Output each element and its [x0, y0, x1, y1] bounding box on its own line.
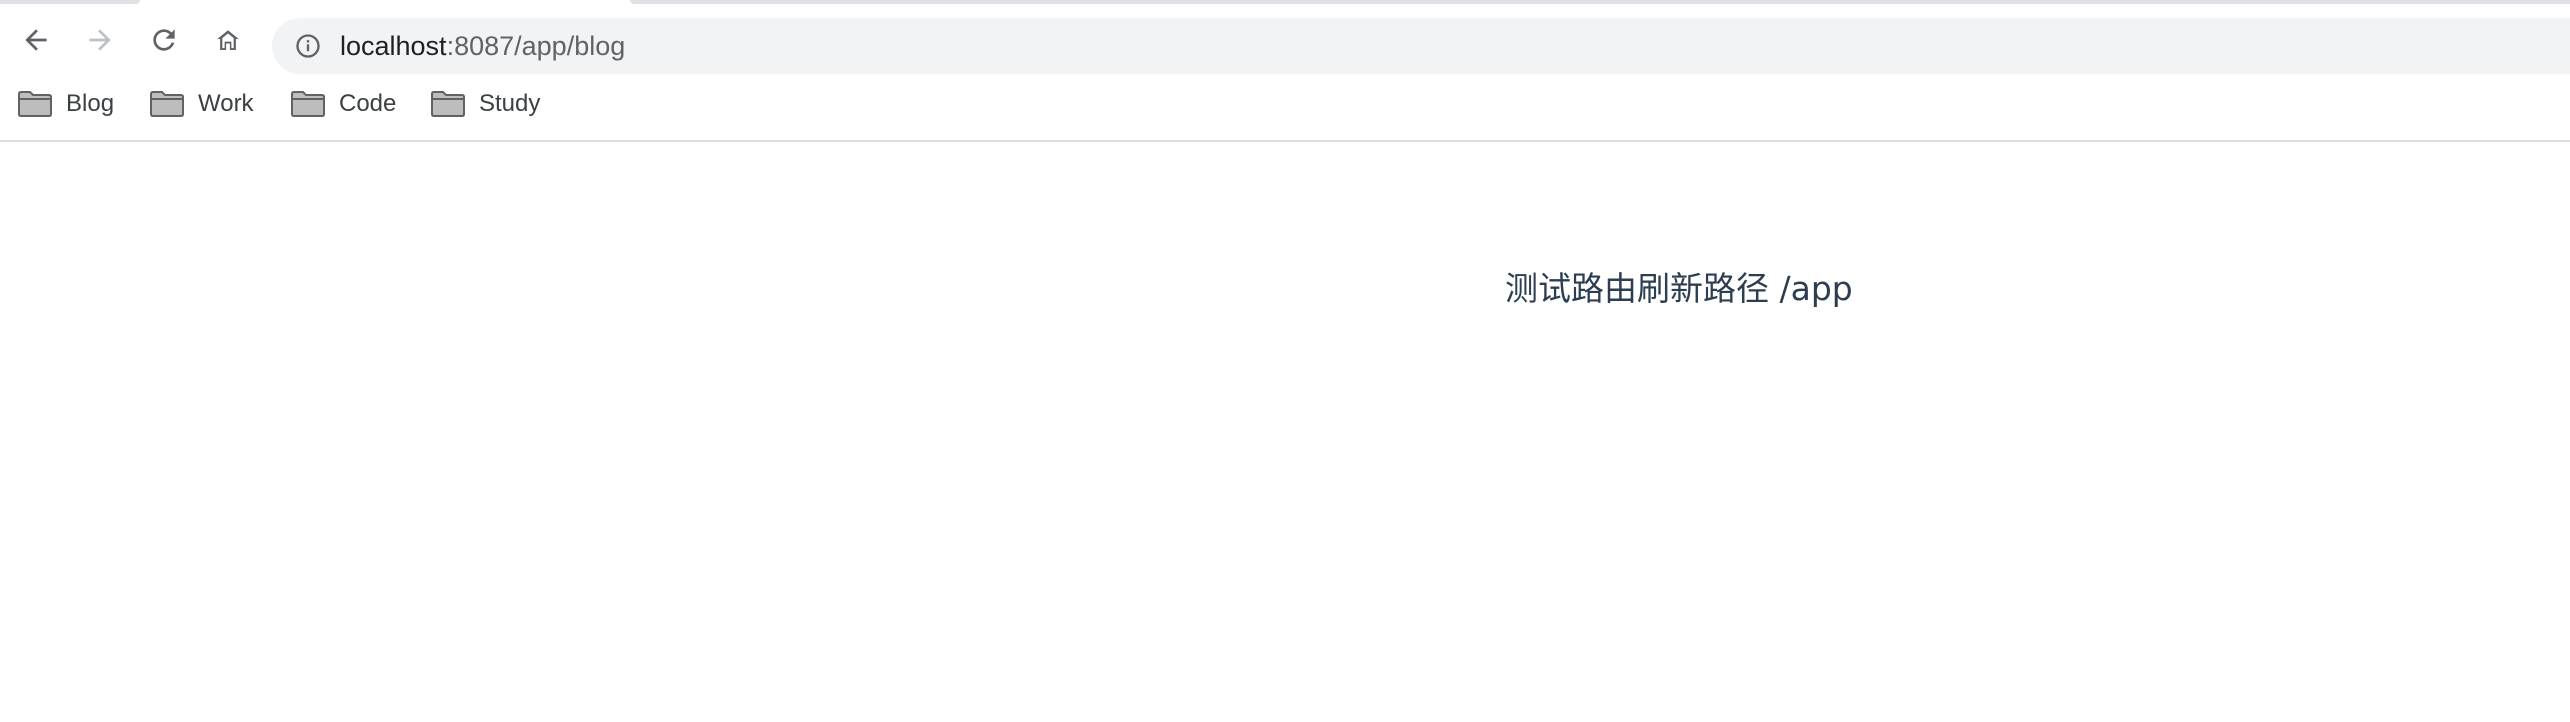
browser-window: localhost:8087/app/blog Blog Work Code S… [0, 0, 2570, 722]
folder-icon [150, 91, 184, 117]
bookmark-blog[interactable]: Blog [18, 80, 114, 128]
url-host: localhost [340, 31, 447, 61]
reload-button[interactable] [142, 18, 186, 62]
reload-icon [153, 29, 175, 51]
folder-icon [291, 91, 325, 117]
tab-right[interactable] [630, 0, 2570, 4]
bookmark-study[interactable]: Study [431, 80, 540, 128]
home-button[interactable] [206, 18, 250, 62]
folder-icon [431, 91, 465, 117]
address-bar[interactable]: localhost:8087/app/blog [272, 18, 2570, 74]
bookmark-label: Study [479, 90, 541, 117]
bookmark-label: Work [198, 90, 254, 117]
back-button[interactable] [14, 18, 58, 62]
home-icon [217, 30, 239, 50]
url-path: :8087/app/blog [446, 31, 626, 61]
bookmarks-bar: Blog Work Code Study [0, 80, 2570, 142]
back-arrow-icon [25, 29, 47, 51]
url-text[interactable]: localhost:8087/app/blog [340, 18, 625, 74]
info-icon[interactable] [292, 30, 324, 62]
bookmark-label: Blog [66, 90, 115, 117]
forward-button[interactable] [78, 18, 122, 62]
folder-icon [18, 91, 52, 117]
browser-toolbar: localhost:8087/app/blog [0, 6, 2570, 74]
bookmark-label: Code [339, 90, 397, 117]
page-content: 测试路由刷新路径 /app [0, 142, 2570, 722]
bookmark-work[interactable]: Work [150, 80, 254, 128]
forward-arrow-icon [89, 29, 111, 51]
route-text: 测试路由刷新路径 /app [1505, 269, 1853, 308]
bookmark-code[interactable]: Code [291, 80, 396, 128]
tab-left[interactable] [0, 0, 140, 4]
